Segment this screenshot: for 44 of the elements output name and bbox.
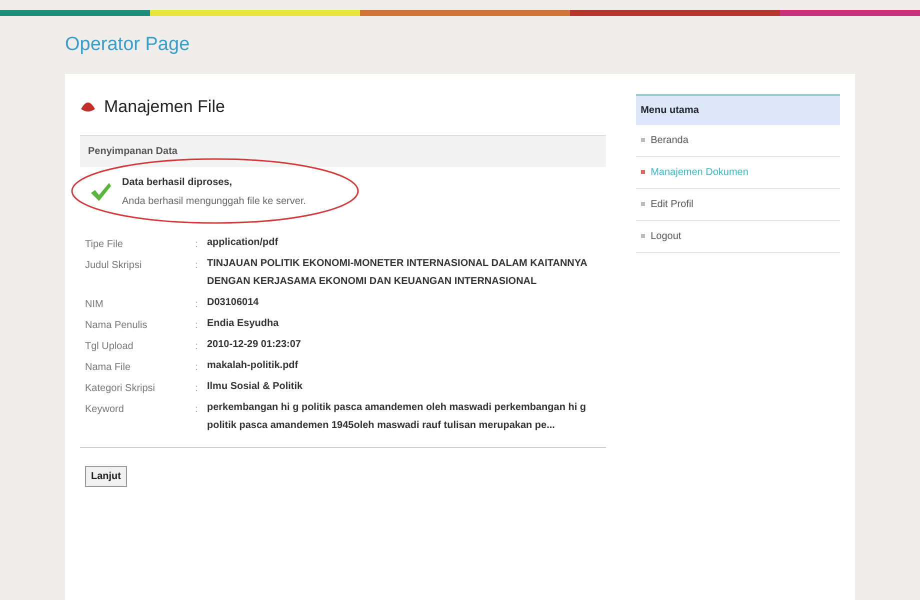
section-header: Penyimpanan Data [80, 134, 606, 166]
colon: : [195, 298, 199, 312]
field-value: makalah-politik.pdf [207, 358, 300, 372]
field-label: Nama Penulis [85, 318, 148, 332]
success-message: Anda berhasil mengunggah file ke server. [122, 194, 306, 208]
continue-button[interactable]: Lanjut [85, 466, 127, 486]
menu-item[interactable]: Logout [636, 221, 840, 253]
bullet-icon [640, 234, 645, 238]
menu-label: Logout [650, 230, 682, 244]
bullet-icon [640, 138, 645, 142]
field-value: perkembangan hi g politik pasca amandemen oleh maswadi perkembangan hi g politik pasca amandemen 1945oleh maswadi rauf tulisan merupakan pe... [207, 400, 587, 432]
field-value: 2010-12-29 01:23:07 [207, 338, 302, 352]
field-label: Keyword [85, 402, 125, 416]
menu-label: Beranda [650, 134, 688, 148]
field-value: D03106014 [207, 296, 260, 310]
colon: : [195, 402, 199, 416]
field-label: Tipe File [85, 238, 124, 252]
field-label: NIM [85, 298, 104, 312]
colon: : [195, 238, 199, 252]
field-value: Endia Esyudha [207, 316, 280, 330]
colon: : [195, 382, 199, 396]
site-title: Operator Page [65, 32, 190, 57]
menu-header: Menu utama [636, 94, 840, 125]
page-title: Manajemen File [104, 96, 225, 118]
menu-item[interactable]: Edit Profil [636, 189, 840, 221]
hat-icon [80, 100, 96, 114]
field-value: Ilmu Sosial & Politik [207, 380, 304, 394]
field-value: TINJAUAN POLITIK EKONOMI-MONETER INTERNASIONAL DALAM KAITANNYA DENGAN KERJASAMA EKONOMI DAN KEUANGAN INTERNASIONAL [207, 256, 588, 288]
field-label: Tgl Upload [85, 340, 134, 354]
field-value: application/pdf [207, 236, 280, 250]
colon: : [195, 318, 199, 332]
success-title: Data berhasil diproses, [122, 176, 234, 190]
menu-label: Edit Profil [650, 198, 694, 212]
bullet-icon [640, 170, 645, 174]
field-label: Judul Skripsi [85, 258, 143, 272]
colon: : [195, 340, 199, 354]
colon: : [195, 258, 199, 272]
bullet-icon [640, 202, 645, 206]
colon: : [195, 360, 199, 374]
field-label: Nama File [85, 360, 132, 374]
field-label: Kategori Skripsi [85, 382, 156, 396]
menu-label: Manajemen Dokumen [650, 166, 748, 180]
checkmark-icon [90, 182, 112, 202]
menu-item[interactable]: Beranda [636, 125, 840, 157]
